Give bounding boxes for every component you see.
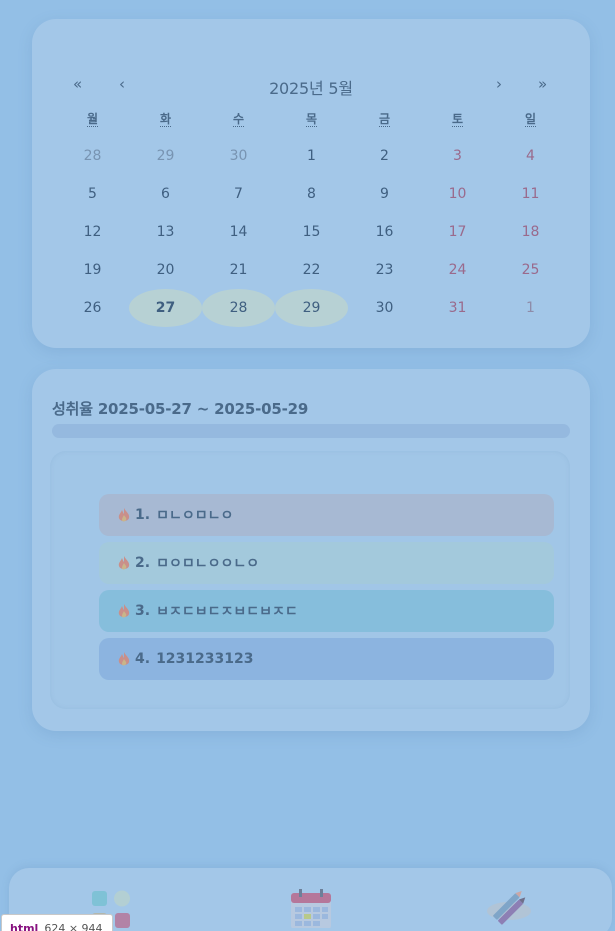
weekday-header: 토 — [421, 109, 494, 137]
goal-number: 4. — [135, 651, 151, 667]
calendar-day[interactable]: 9 — [348, 175, 421, 213]
calendar-day[interactable]: 24 — [421, 251, 494, 289]
goal-item[interactable]: 4. 1231233123 — [99, 638, 554, 680]
calendar-day[interactable]: 14 — [202, 213, 275, 251]
weekday-label: 금 — [378, 112, 391, 127]
calendar-day[interactable]: 5 — [56, 175, 129, 213]
goal-number: 1. — [135, 507, 151, 523]
calendar-day[interactable]: 28 — [56, 137, 129, 175]
calendar-icon — [291, 889, 331, 929]
weekday-header: 수 — [202, 109, 275, 137]
calendar-day[interactable]: 16 — [348, 213, 421, 251]
devtools-element-tooltip: html 624 × 944 — [1, 914, 113, 931]
calendar-day[interactable]: 25 — [494, 251, 567, 289]
weekday-label: 월 — [86, 112, 99, 127]
calendar-month-title[interactable]: 2025년 5월 — [32, 75, 590, 99]
weekday-header: 목 — [275, 109, 348, 137]
nav-calendar-button[interactable] — [286, 878, 336, 929]
calendar-day[interactable]: 22 — [275, 251, 348, 289]
flame-icon — [118, 652, 130, 666]
calendar-day[interactable]: 19 — [56, 251, 129, 289]
weekday-label: 토 — [451, 112, 464, 127]
flame-icon — [118, 604, 130, 618]
calendar-day[interactable]: 1 — [275, 137, 348, 175]
calendar-day[interactable]: 6 — [129, 175, 202, 213]
goal-item[interactable]: 3. ㅂㅈㄷㅂㄷㅈㅂㄷㅂㅈㄷ — [99, 590, 554, 632]
calendar-day[interactable]: 31 — [421, 289, 494, 327]
next-year-button[interactable]: » — [538, 75, 547, 93]
calendar-day[interactable]: 12 — [56, 213, 129, 251]
weekday-label: 목 — [305, 112, 318, 127]
calendar-day[interactable]: 11 — [494, 175, 567, 213]
nav-write-button[interactable] — [484, 878, 534, 928]
calendar-day[interactable]: 27 — [129, 289, 202, 327]
calendar-day[interactable]: 20 — [129, 251, 202, 289]
calendar-day[interactable]: 13 — [129, 213, 202, 251]
calendar-day[interactable]: 1 — [494, 289, 567, 327]
flame-icon — [118, 508, 130, 522]
calendar-day[interactable]: 2 — [348, 137, 421, 175]
calendar-grid: 월 화 수 목 금 토 일 28 29 30 1 2 3 4 5 6 7 8 9 10 11 12 13 14 15 16 17 18… — [56, 109, 566, 327]
goal-number: 3. — [135, 603, 151, 619]
calendar-day[interactable]: 26 — [56, 289, 129, 327]
calendar-day[interactable]: 8 — [275, 175, 348, 213]
weekday-label: 수 — [232, 112, 245, 127]
devtools-tag: html — [10, 922, 39, 931]
calendar-day[interactable]: 28 — [202, 289, 275, 327]
calendar-day[interactable]: 29 — [275, 289, 348, 327]
weekday-header: 월 — [56, 109, 129, 137]
pencil-icon — [487, 891, 531, 925]
weekday-header: 일 — [494, 109, 567, 137]
flame-icon — [118, 556, 130, 570]
weekday-label: 화 — [159, 112, 172, 127]
goal-text: ㅁㅇㅁㄴㅇㅇㄴㅇ — [156, 556, 260, 572]
calendar-day[interactable]: 18 — [494, 213, 567, 251]
calendar-day[interactable]: 23 — [348, 251, 421, 289]
calendar-day[interactable]: 15 — [275, 213, 348, 251]
calendar-day[interactable]: 4 — [494, 137, 567, 175]
weekday-header: 화 — [129, 109, 202, 137]
calendar-card: « ‹ 2025년 5월 › » 월 화 수 목 금 토 일 28 29 30 1 2 3 4 5 6 7 8 9 1… — [32, 19, 590, 348]
goal-number: 2. — [135, 555, 151, 571]
goal-text: ㅁㄴㅇㅁㄴㅇ — [156, 508, 234, 524]
achievement-card: 성취율 2025-05-27 ~ 2025-05-29 1. ㅁㄴㅇㅁㄴㅇ 2. ㅁㅇ… — [32, 369, 590, 731]
calendar-day[interactable]: 10 — [421, 175, 494, 213]
calendar-day[interactable]: 29 — [129, 137, 202, 175]
calendar-day[interactable]: 17 — [421, 213, 494, 251]
calendar-day[interactable]: 30 — [348, 289, 421, 327]
calendar-day[interactable]: 7 — [202, 175, 275, 213]
goal-item[interactable]: 2. ㅁㅇㅁㄴㅇㅇㄴㅇ — [99, 542, 554, 584]
weekday-label: 일 — [524, 112, 537, 127]
calendar-day[interactable]: 21 — [202, 251, 275, 289]
goal-text: 1231233123 — [156, 651, 254, 667]
weekday-header: 금 — [348, 109, 421, 137]
achievement-progress-bar — [52, 424, 570, 438]
next-month-button[interactable]: › — [496, 75, 502, 93]
achievement-title: 성취율 2025-05-27 ~ 2025-05-29 — [52, 400, 309, 418]
goal-item[interactable]: 1. ㅁㄴㅇㅁㄴㅇ — [99, 494, 554, 536]
goal-text: ㅂㅈㄷㅂㄷㅈㅂㄷㅂㅈㄷ — [156, 604, 298, 620]
calendar-day[interactable]: 3 — [421, 137, 494, 175]
calendar-day[interactable]: 30 — [202, 137, 275, 175]
devtools-size: 624 × 944 — [44, 922, 103, 931]
